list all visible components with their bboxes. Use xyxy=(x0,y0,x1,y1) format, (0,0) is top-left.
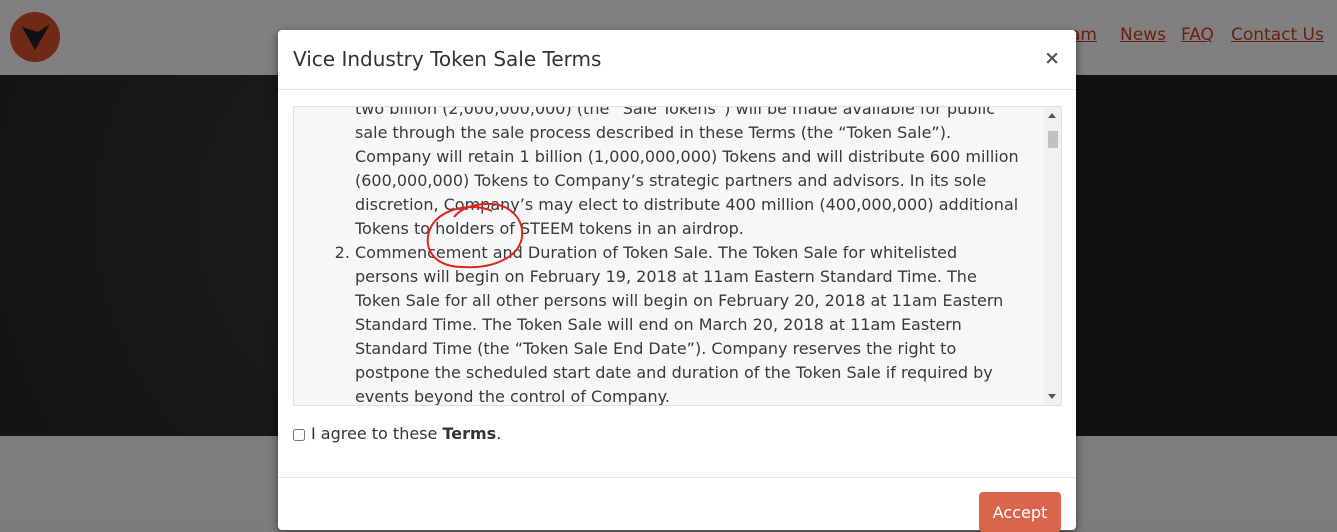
agree-suffix: . xyxy=(496,424,502,443)
terms-content: two billion (2,000,000,000) (the “Sale T… xyxy=(294,106,1039,405)
logo[interactable] xyxy=(10,12,60,62)
modal-footer xyxy=(278,477,1076,531)
terms-scroll-area[interactable]: two billion (2,000,000,000) (the “Sale T… xyxy=(293,106,1062,406)
scroll-down-arrow-icon[interactable] xyxy=(1048,394,1056,399)
scrollbar[interactable] xyxy=(1044,107,1061,405)
scroll-up-arrow-icon[interactable] xyxy=(1048,113,1056,118)
terms-modal: Vice Industry Token Sale Terms × two bil… xyxy=(278,30,1076,532)
modal-title: Vice Industry Token Sale Terms xyxy=(293,47,602,71)
terms-link[interactable]: Terms xyxy=(442,424,496,443)
close-button[interactable]: × xyxy=(1044,47,1060,69)
accept-button[interactable]: Accept xyxy=(979,492,1061,532)
agree-row[interactable]: I agree to these Terms. xyxy=(293,424,501,443)
agree-checkbox[interactable] xyxy=(293,428,305,441)
nav-link-faq[interactable]: FAQ xyxy=(1181,25,1214,45)
terms-item-1: two billion (2,000,000,000) (the “Sale T… xyxy=(355,106,1019,238)
agree-prefix: I agree to these xyxy=(311,424,438,443)
scroll-thumb[interactable] xyxy=(1048,131,1058,148)
terms-item-2: Commencement and Duration of Token Sale.… xyxy=(355,241,1039,405)
nav-link-news[interactable]: News xyxy=(1120,25,1166,45)
nav-link-contact-us[interactable]: Contact Us xyxy=(1231,25,1324,45)
modal-header: Vice Industry Token Sale Terms × xyxy=(278,30,1076,90)
logo-v-icon xyxy=(22,24,50,50)
